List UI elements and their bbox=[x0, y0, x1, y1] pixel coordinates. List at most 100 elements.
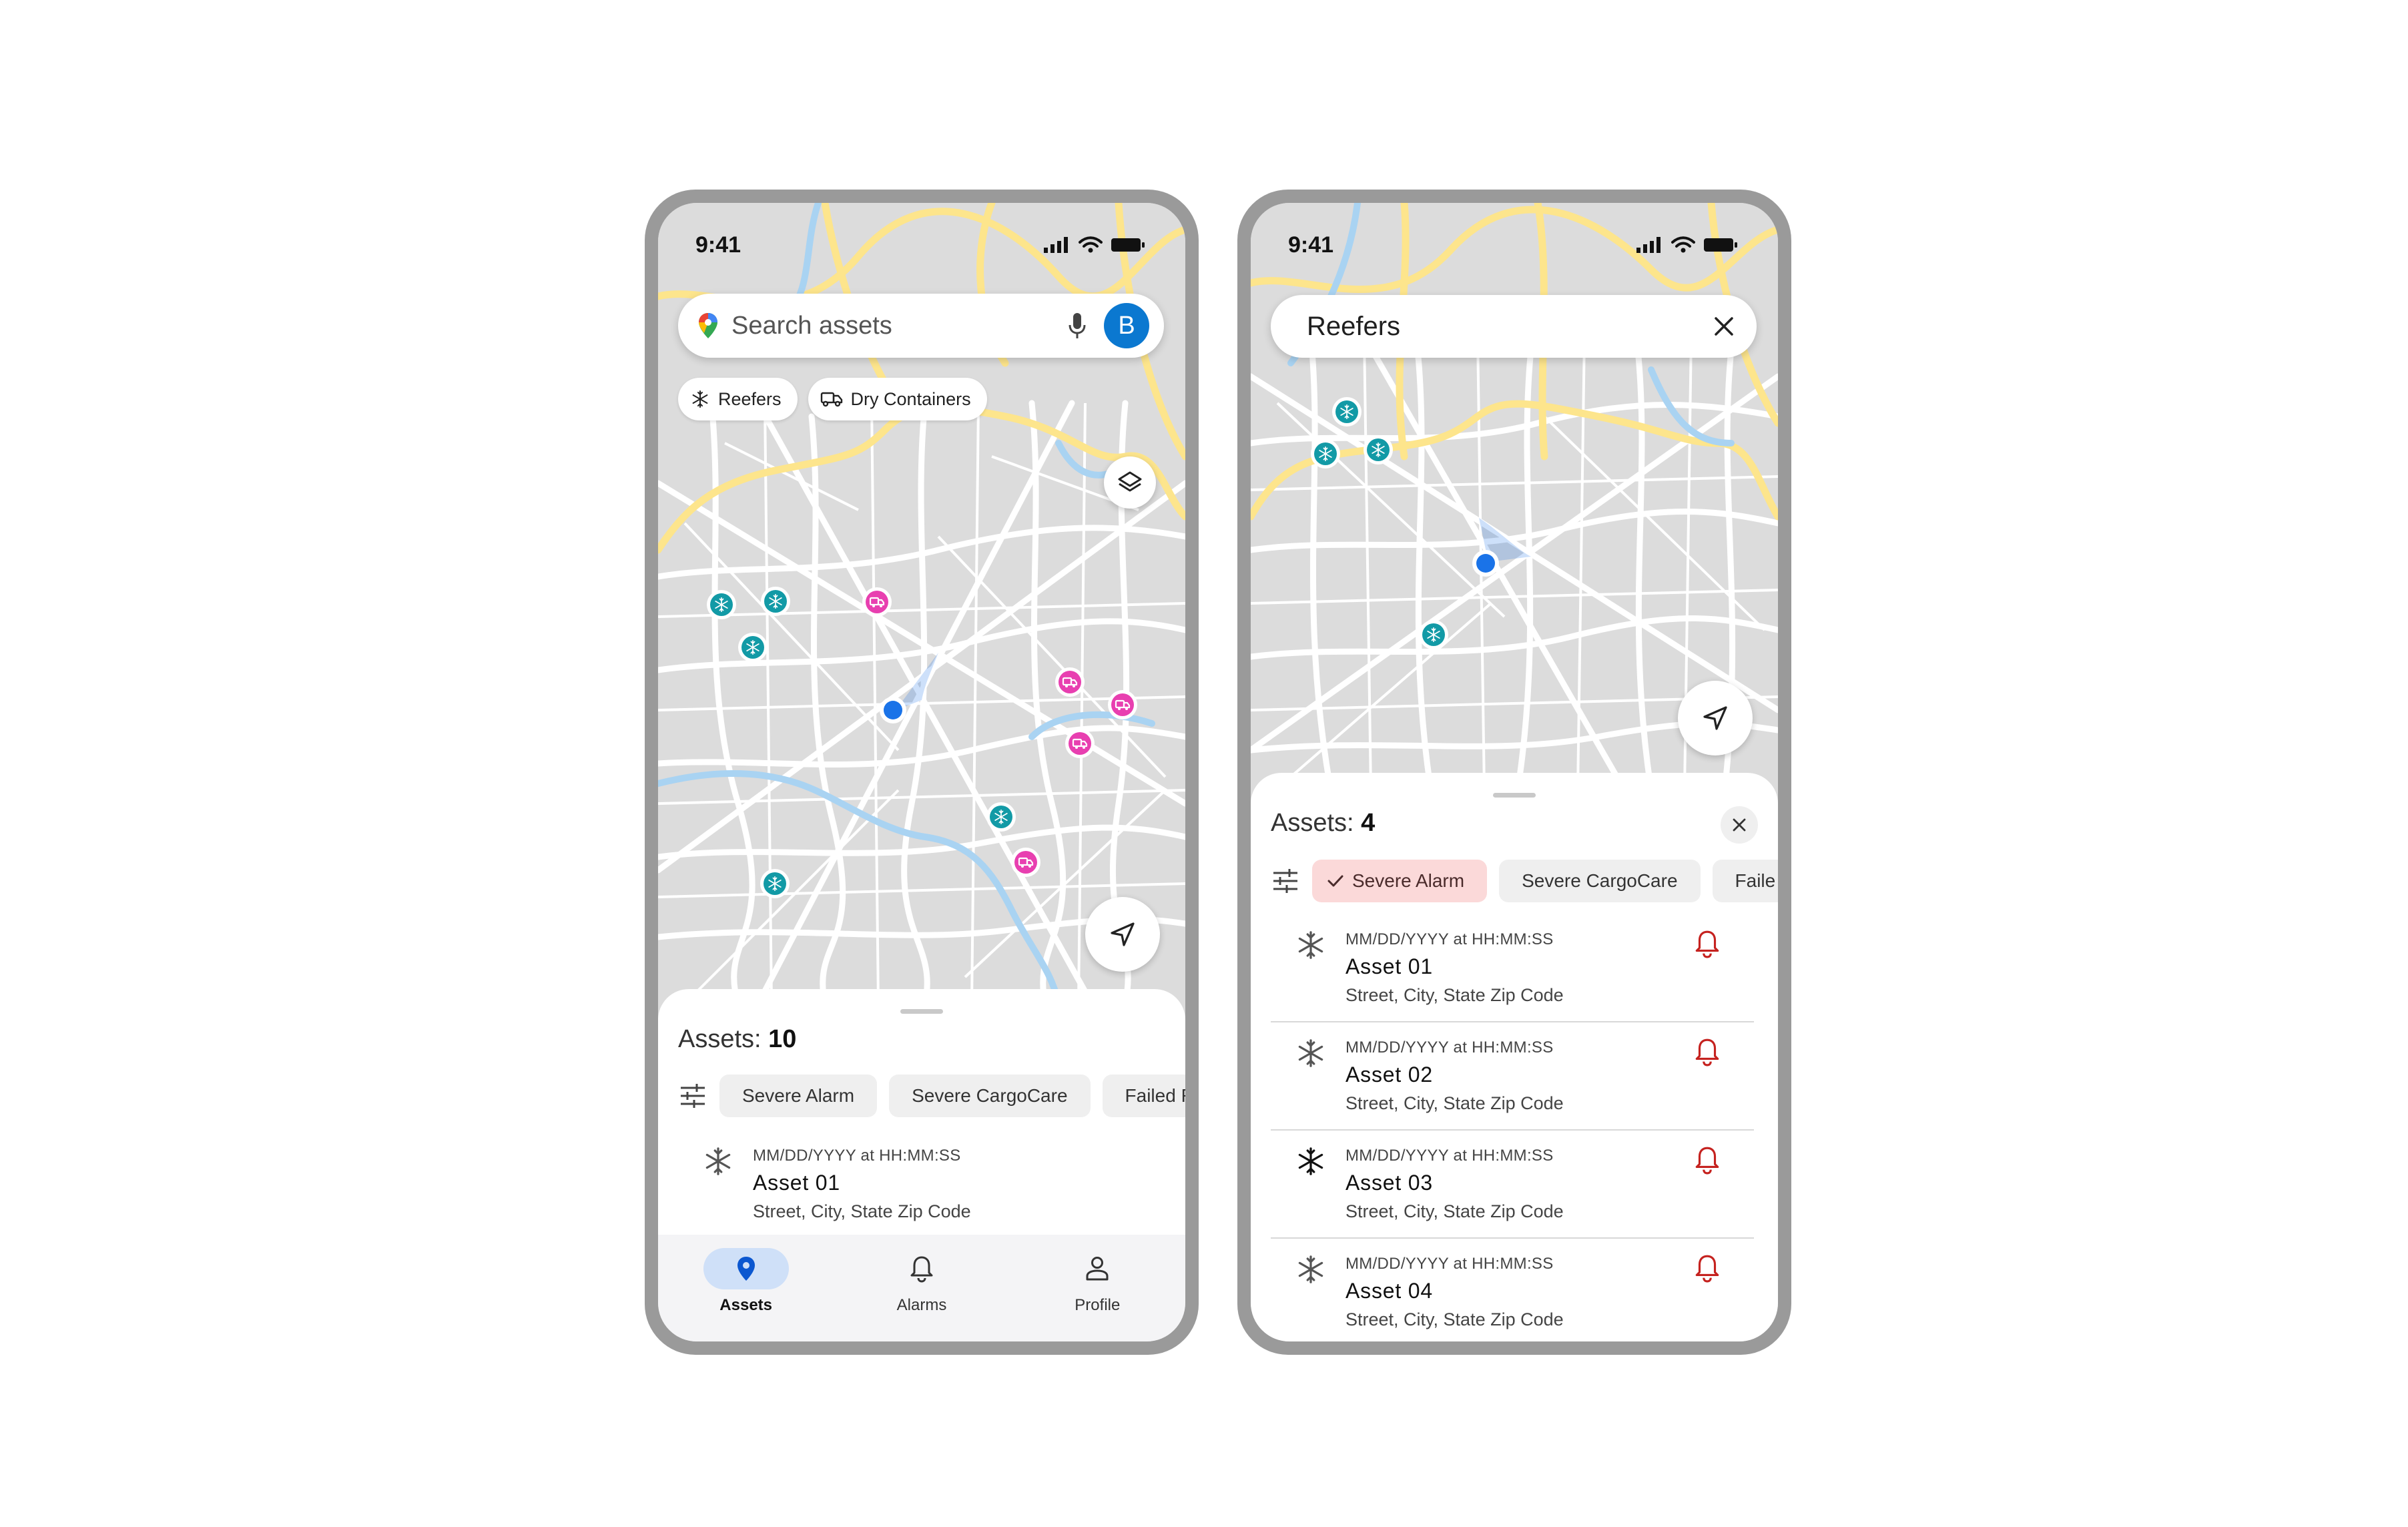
reefer-marker[interactable] bbox=[738, 633, 768, 662]
nav-item-profile[interactable]: Profile bbox=[1010, 1235, 1185, 1341]
chip-label: Severe Alarm bbox=[1352, 870, 1465, 891]
reefer-marker[interactable] bbox=[1364, 435, 1393, 465]
close-sheet-button[interactable] bbox=[1721, 806, 1758, 844]
dry-container-marker[interactable] bbox=[1107, 689, 1139, 721]
nav-label: Profile bbox=[1075, 1296, 1121, 1314]
snowflake-icon bbox=[1298, 931, 1323, 959]
navigation-arrow-icon bbox=[1703, 706, 1727, 730]
status-icons bbox=[1044, 236, 1145, 254]
wifi-icon bbox=[1671, 236, 1695, 253]
status-icons bbox=[1636, 236, 1738, 254]
avatar[interactable]: B bbox=[1104, 303, 1149, 348]
sheet-drag-handle[interactable] bbox=[1493, 793, 1536, 798]
assets-bottom-sheet: Assets: 10 Severe Alarm Severe CargoCare… bbox=[658, 989, 1185, 1256]
battery-icon bbox=[1704, 238, 1737, 252]
dry-container-marker[interactable] bbox=[1010, 846, 1042, 878]
list-item[interactable]: MM/DD/YYYY at HH:MM:SS Asset 01 Street, … bbox=[678, 1131, 1161, 1239]
filter-chip-severe-alarm[interactable]: Severe Alarm bbox=[719, 1075, 878, 1117]
filter-chip-failed[interactable]: Faile bbox=[1712, 860, 1778, 902]
snowflake-icon bbox=[705, 1147, 731, 1175]
nav-icon-wrap bbox=[879, 1248, 964, 1289]
asset-name: Asset 04 bbox=[1345, 1279, 1433, 1303]
snowflake-icon bbox=[1298, 1039, 1323, 1067]
search-bar[interactable]: Search assets B bbox=[678, 294, 1164, 358]
reefer-marker[interactable] bbox=[1419, 620, 1448, 649]
nav-label: Assets bbox=[719, 1296, 773, 1314]
reefer-marker[interactable] bbox=[761, 587, 790, 616]
filter-chip-severe-alarm[interactable]: Severe Alarm bbox=[1312, 860, 1488, 902]
nav-item-assets[interactable]: Assets bbox=[658, 1235, 834, 1341]
snowflake-icon bbox=[1298, 1147, 1323, 1175]
asset-timestamp: MM/DD/YYYY at HH:MM:SS bbox=[1345, 1038, 1554, 1056]
search-bar[interactable]: Reefers bbox=[1271, 295, 1757, 358]
asset-address: Street, City, State Zip Code bbox=[1345, 1201, 1564, 1221]
asset-address: Street, City, State Zip Code bbox=[753, 1201, 971, 1221]
asset-name: Asset 03 bbox=[1345, 1171, 1433, 1195]
bell-icon bbox=[910, 1256, 933, 1283]
asset-name: Asset 01 bbox=[1345, 954, 1433, 978]
layers-button[interactable] bbox=[1104, 456, 1156, 509]
filter-sliders-icon[interactable] bbox=[678, 1081, 707, 1111]
nav-icon-wrap bbox=[1055, 1248, 1140, 1289]
filter-chip-severe-cargocare[interactable]: Severe CargoCare bbox=[1499, 860, 1701, 902]
wifi-icon bbox=[1079, 236, 1103, 253]
close-icon[interactable] bbox=[1713, 315, 1735, 338]
navigation-arrow-icon bbox=[1111, 922, 1135, 946]
search-input[interactable]: Reefers bbox=[1307, 312, 1713, 342]
alarm-bell-icon[interactable] bbox=[1694, 1145, 1721, 1175]
assets-count-title: Assets: 4 bbox=[1271, 809, 1376, 837]
phone-frame-assets: 9:41 Search assets B Reefers Dry Contain… bbox=[645, 190, 1199, 1355]
alarm-bell-icon[interactable] bbox=[1694, 1037, 1721, 1066]
my-location-button[interactable] bbox=[1085, 897, 1160, 972]
sheet-drag-handle[interactable] bbox=[900, 1009, 943, 1014]
status-bar: 9:41 bbox=[1251, 203, 1778, 270]
assets-count: 10 bbox=[768, 1025, 797, 1053]
asset-name: Asset 01 bbox=[753, 1171, 840, 1195]
reefer-marker[interactable] bbox=[1311, 439, 1340, 469]
close-icon bbox=[1733, 818, 1746, 832]
filter-chip-failed[interactable]: Failed R bbox=[1102, 1075, 1185, 1117]
battery-icon bbox=[1111, 238, 1145, 252]
filter-row: Severe Alarm Severe CargoCare Faile bbox=[1271, 860, 1778, 902]
chip-reefers[interactable]: Reefers bbox=[678, 378, 798, 420]
asset-timestamp: MM/DD/YYYY at HH:MM:SS bbox=[1345, 930, 1554, 948]
filter-sliders-icon[interactable] bbox=[1271, 866, 1300, 896]
list-item[interactable]: MM/DD/YYYY at HH:MM:SS Asset 02 Street, … bbox=[1271, 1022, 1754, 1131]
phone-frame-reefers: 9:41 Reefers Assets: 4 Severe Alarm Seve… bbox=[1237, 190, 1791, 1355]
signal-icon bbox=[1044, 237, 1068, 253]
nav-item-alarms[interactable]: Alarms bbox=[834, 1235, 1009, 1341]
status-bar: 9:41 bbox=[658, 203, 1185, 270]
filter-chip-severe-cargocare[interactable]: Severe CargoCare bbox=[889, 1075, 1091, 1117]
dry-container-marker[interactable] bbox=[1064, 727, 1096, 759]
reefer-marker[interactable] bbox=[986, 802, 1016, 832]
dry-container-marker[interactable] bbox=[1054, 666, 1086, 698]
category-chips: Reefers Dry Containers bbox=[678, 378, 987, 420]
reefer-marker[interactable] bbox=[760, 869, 790, 898]
list-item[interactable]: MM/DD/YYYY at HH:MM:SS Asset 04 Street, … bbox=[1271, 1239, 1754, 1341]
alarm-bell-icon[interactable] bbox=[1694, 1253, 1721, 1283]
truck-icon bbox=[820, 392, 842, 407]
reefer-marker[interactable] bbox=[1332, 397, 1362, 426]
filter-row: Severe Alarm Severe CargoCare Failed R bbox=[678, 1075, 1185, 1117]
reefer-marker[interactable] bbox=[707, 590, 736, 619]
my-location-button[interactable] bbox=[1678, 681, 1753, 755]
alarm-bell-icon[interactable] bbox=[1694, 929, 1721, 958]
chip-label: Dry Containers bbox=[850, 388, 971, 409]
check-icon bbox=[1327, 875, 1343, 887]
microphone-icon[interactable] bbox=[1068, 312, 1087, 340]
asset-name: Asset 02 bbox=[1345, 1062, 1433, 1087]
search-input[interactable]: Search assets bbox=[731, 312, 1068, 340]
status-time: 9:41 bbox=[1288, 232, 1334, 258]
signal-icon bbox=[1636, 237, 1661, 253]
layers-icon bbox=[1118, 471, 1142, 492]
screen-assets: 9:41 Search assets B Reefers Dry Contain… bbox=[658, 203, 1185, 1341]
list-item[interactable]: MM/DD/YYYY at HH:MM:SS Asset 03 Street, … bbox=[1271, 1131, 1754, 1239]
list-item[interactable]: MM/DD/YYYY at HH:MM:SS Asset 01 Street, … bbox=[1271, 914, 1754, 1022]
chip-dry-containers[interactable]: Dry Containers bbox=[808, 378, 987, 420]
asset-timestamp: MM/DD/YYYY at HH:MM:SS bbox=[1345, 1147, 1554, 1165]
dry-container-marker[interactable] bbox=[861, 586, 893, 618]
person-icon bbox=[1086, 1257, 1109, 1281]
asset-timestamp: MM/DD/YYYY at HH:MM:SS bbox=[753, 1147, 961, 1165]
snowflake-icon bbox=[692, 390, 708, 408]
screen-reefers-filtered: 9:41 Reefers Assets: 4 Severe Alarm Seve… bbox=[1251, 203, 1778, 1341]
